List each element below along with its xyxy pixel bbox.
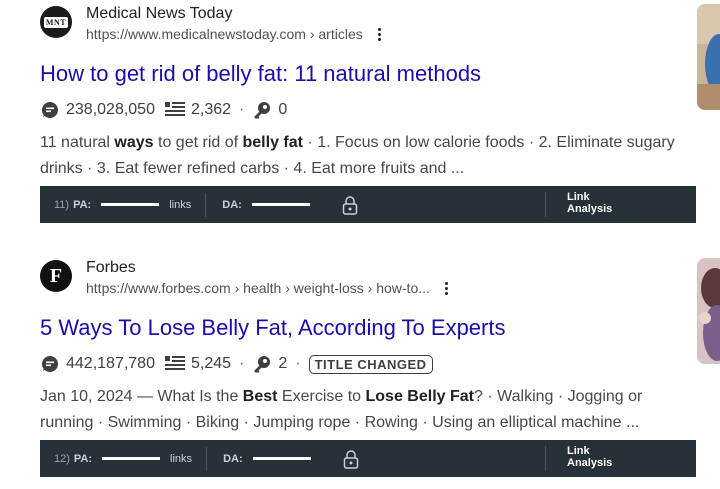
da-label: DA: bbox=[222, 198, 242, 211]
pa-label: PA: bbox=[73, 198, 92, 211]
more-options-icon[interactable] bbox=[375, 27, 385, 41]
lock-icon[interactable] bbox=[342, 195, 358, 215]
result-source[interactable]: MNT Medical News Today https://www.medic… bbox=[40, 4, 700, 50]
pa-bar bbox=[102, 457, 161, 460]
links-count: 5,245 bbox=[190, 355, 232, 372]
site-url: https://www.forbes.com › health › weight… bbox=[86, 280, 430, 296]
search-result: F Forbes https://www.forbes.com › health… bbox=[40, 258, 700, 477]
site-favicon: F bbox=[40, 260, 72, 292]
more-options-icon[interactable] bbox=[442, 281, 452, 295]
links-icon bbox=[164, 102, 185, 118]
result-snippet: 11 natural ways to get rid of belly fat … bbox=[40, 134, 675, 177]
links-label[interactable]: links bbox=[170, 453, 192, 465]
result-source[interactable]: F Forbes https://www.forbes.com › health… bbox=[40, 258, 700, 304]
seo-toolbar: 12) PA: links DA: Link Analysis bbox=[40, 440, 696, 477]
search-result: MNT Medical News Today https://www.medic… bbox=[40, 4, 700, 223]
links-label[interactable]: links bbox=[169, 199, 191, 211]
links-icon bbox=[164, 356, 185, 372]
link-analysis-button[interactable]: Link Analysis bbox=[567, 445, 612, 469]
result-number: 12) bbox=[54, 452, 70, 465]
da-bar bbox=[252, 457, 311, 460]
da-bar bbox=[251, 203, 310, 206]
visits-count: 442,187,780 bbox=[66, 355, 155, 372]
site-name: Medical News Today bbox=[86, 5, 233, 22]
visits-icon bbox=[40, 100, 60, 120]
pa-bar bbox=[101, 203, 160, 206]
site-favicon: MNT bbox=[40, 6, 72, 38]
site-url: https://www.medicalnewstoday.com › artic… bbox=[86, 26, 363, 42]
result-snippet: Jan 10, 2024 — What Is the Best Exercise… bbox=[40, 388, 643, 431]
keys-count: 2 bbox=[278, 355, 288, 372]
seo-toolbar: 11) PA: links DA: Link Analysis bbox=[40, 186, 696, 223]
result-metrics: 238,028,050 2,362 · 0 bbox=[40, 99, 700, 121]
result-title-link[interactable]: How to get rid of belly fat: 11 natural … bbox=[40, 60, 700, 88]
result-number: 11) bbox=[54, 198, 70, 211]
site-name: Forbes bbox=[86, 259, 136, 276]
keys-count: 0 bbox=[278, 101, 288, 118]
result-thumbnail[interactable] bbox=[697, 258, 720, 364]
key-icon bbox=[252, 354, 272, 374]
visits-count: 238,028,050 bbox=[66, 101, 155, 118]
pa-label: PA: bbox=[73, 452, 93, 465]
visits-icon bbox=[40, 354, 60, 374]
result-metrics: 442,187,780 5,245 · 2 · TITLE CHANGED bbox=[40, 353, 700, 375]
link-analysis-button[interactable]: Link Analysis bbox=[567, 191, 612, 215]
title-changed-badge: TITLE CHANGED bbox=[308, 354, 433, 374]
da-label: DA: bbox=[223, 452, 243, 465]
result-title-link[interactable]: 5 Ways To Lose Belly Fat, According To E… bbox=[40, 314, 700, 342]
key-icon bbox=[252, 100, 272, 120]
lock-icon[interactable] bbox=[343, 449, 359, 469]
result-thumbnail[interactable] bbox=[697, 4, 720, 110]
links-count: 2,362 bbox=[190, 101, 232, 118]
